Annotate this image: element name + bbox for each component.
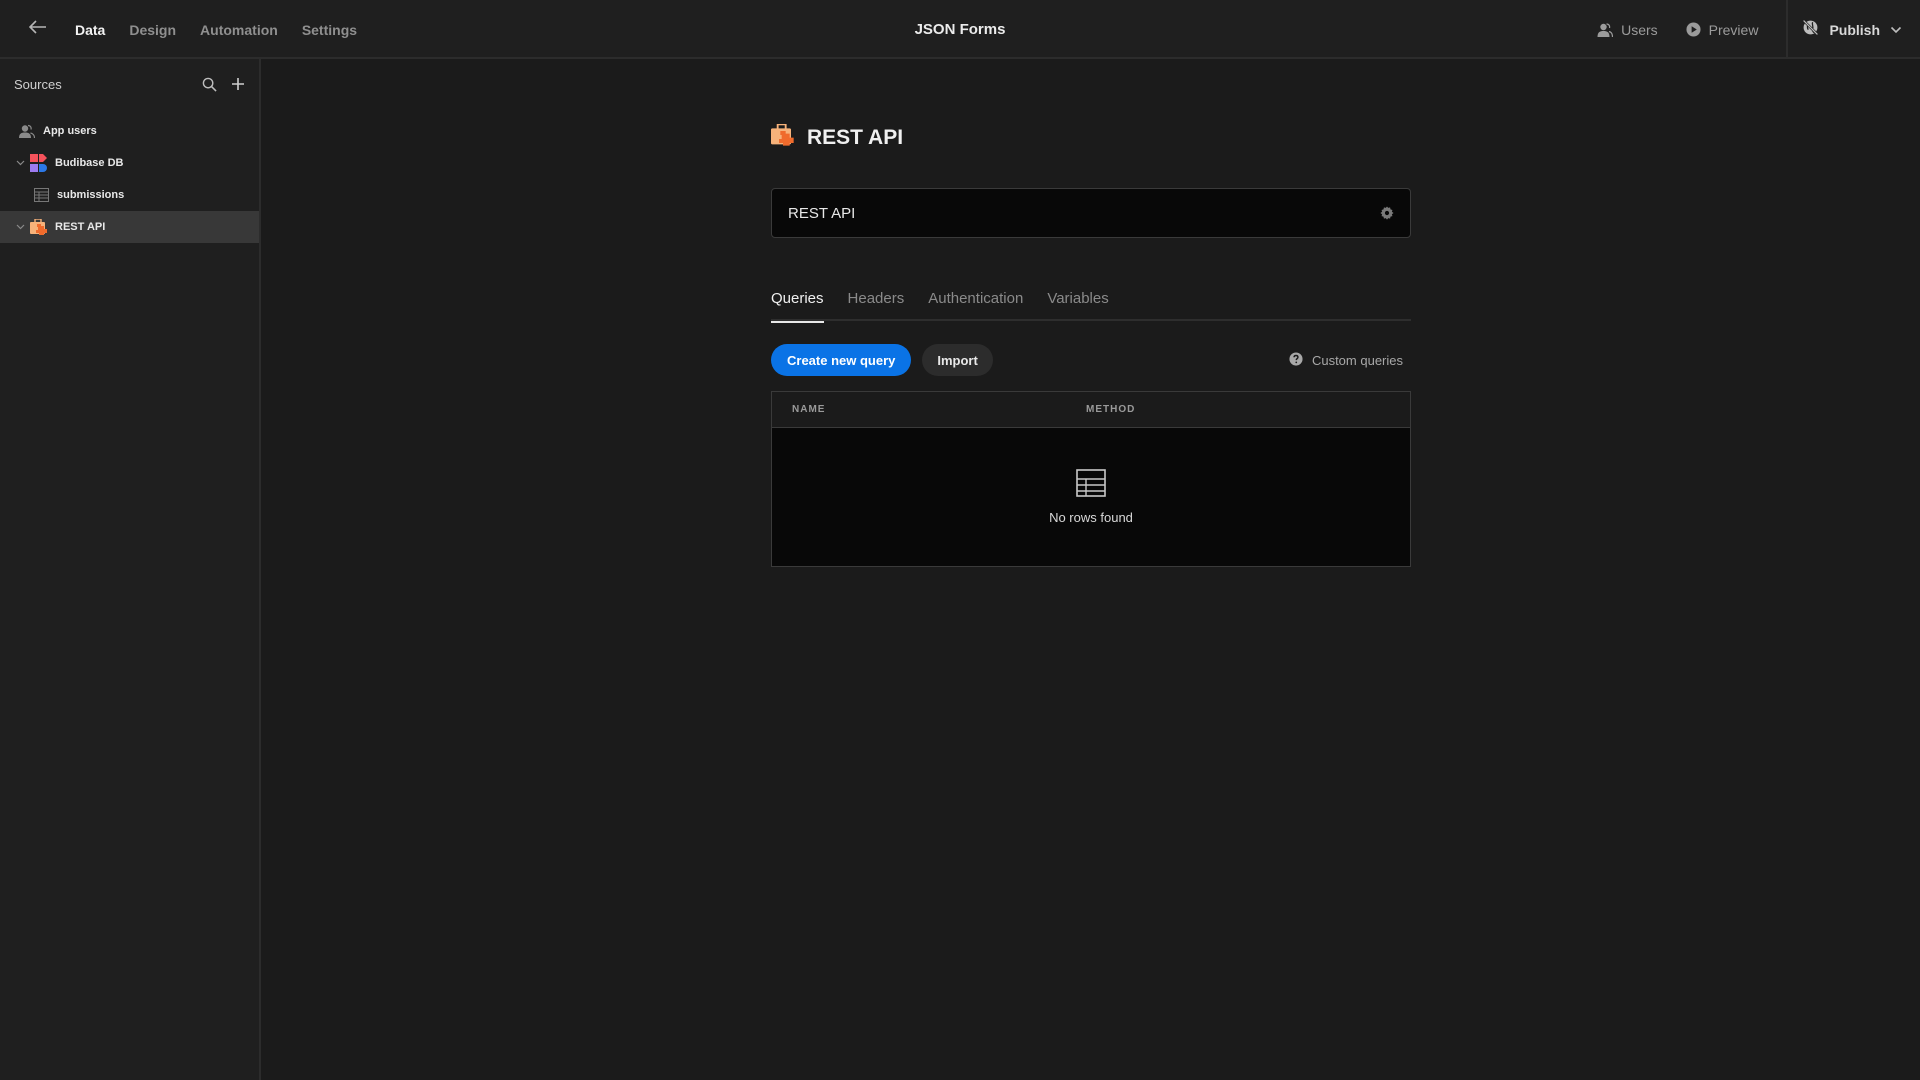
nav-tab-design[interactable]: Design: [129, 0, 176, 59]
nav-tab-data[interactable]: Data: [75, 0, 106, 61]
table-icon: [32, 186, 50, 204]
tab-queries[interactable]: Queries: [771, 275, 824, 323]
import-button[interactable]: Import: [922, 344, 993, 376]
source-label: submissions: [57, 189, 125, 201]
budibase-db-icon: [30, 154, 48, 172]
sources-tree: App users Budibase DB submissions REST A…: [0, 115, 259, 243]
publish-button[interactable]: Publish: [1786, 0, 1920, 59]
datasource-title: REST API: [807, 125, 904, 149]
source-item-rest-api[interactable]: REST API: [0, 211, 259, 243]
rest-api-icon: [30, 218, 48, 236]
queries-table: NAME METHOD No rows found: [771, 391, 1411, 567]
table-icon: [1076, 469, 1106, 502]
datasource-header: REST API: [771, 123, 904, 151]
source-item-app-users[interactable]: App users: [0, 115, 259, 147]
column-header-name[interactable]: NAME: [772, 404, 1086, 415]
help-icon: [1289, 351, 1303, 369]
empty-state: No rows found: [772, 428, 1410, 566]
source-item-budibase-db[interactable]: Budibase DB: [0, 147, 259, 179]
users-label: Users: [1621, 21, 1658, 38]
nav-tab-settings[interactable]: Settings: [302, 0, 357, 59]
source-label: REST API: [55, 221, 106, 233]
users-button[interactable]: Users: [1597, 22, 1658, 38]
back-button[interactable]: [26, 17, 50, 41]
datasource-tabs: Queries Headers Authentication Variables: [771, 275, 1411, 323]
tab-headers[interactable]: Headers: [848, 275, 905, 321]
source-label: App users: [43, 125, 97, 137]
tab-variables[interactable]: Variables: [1047, 275, 1108, 321]
gear-icon[interactable]: [1380, 206, 1394, 220]
user-group-icon: [1597, 22, 1614, 38]
nav-tab-automation[interactable]: Automation: [200, 0, 278, 59]
preview-button[interactable]: Preview: [1686, 21, 1759, 38]
user-group-icon: [18, 122, 36, 140]
source-label: Budibase DB: [55, 157, 124, 169]
preview-label: Preview: [1708, 21, 1759, 38]
arrow-left-icon: [28, 19, 47, 39]
datasource-name-field: [771, 188, 1411, 238]
main-nav: Data Design Automation Settings: [75, 0, 381, 61]
globe-off-icon: [1802, 19, 1819, 41]
datasource-name-input[interactable]: [788, 204, 1348, 222]
sidebar-title: Sources: [14, 76, 62, 92]
top-bar: Data Design Automation Settings JSON For…: [0, 0, 1920, 61]
rest-api-icon: [771, 123, 795, 151]
custom-queries-link[interactable]: Custom queries: [1289, 351, 1411, 369]
chevron-down-icon[interactable]: [1890, 21, 1902, 39]
empty-state-text: No rows found: [1049, 510, 1133, 525]
chevron-down-icon[interactable]: [14, 224, 26, 230]
column-header-method[interactable]: METHOD: [1086, 404, 1135, 415]
play-circle-icon: [1686, 22, 1701, 37]
publish-label: Publish: [1829, 21, 1880, 38]
chevron-down-icon[interactable]: [14, 160, 26, 166]
table-header: NAME METHOD: [772, 392, 1410, 428]
custom-queries-label: Custom queries: [1311, 352, 1403, 368]
source-item-submissions[interactable]: submissions: [0, 179, 259, 211]
queries-actions: Create new query Import Custom queries: [771, 344, 1411, 376]
tab-authentication[interactable]: Authentication: [928, 275, 1023, 321]
main-panel: REST API Queries Headers Authentication …: [263, 59, 1920, 1080]
add-source-icon[interactable]: [231, 77, 245, 91]
sources-sidebar: Sources App users Budibase DB submission…: [0, 59, 261, 1080]
create-query-button[interactable]: Create new query: [771, 344, 912, 376]
search-icon[interactable]: [202, 77, 217, 92]
